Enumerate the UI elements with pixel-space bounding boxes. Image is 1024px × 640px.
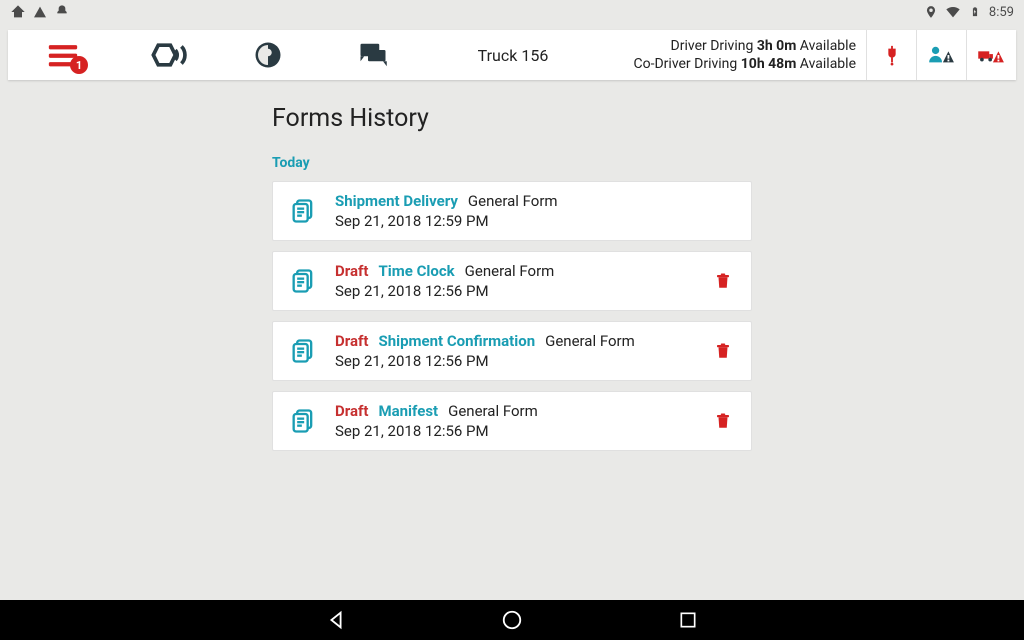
form-type: General Form xyxy=(448,402,538,420)
delete-button[interactable] xyxy=(709,407,737,435)
battery-icon xyxy=(967,4,983,20)
form-type: General Form xyxy=(465,262,555,280)
form-card[interactable]: Draft Time Clock General Form Sep 21, 20… xyxy=(272,251,752,311)
draft-tag: Draft xyxy=(335,262,368,280)
form-timestamp: Sep 21, 2018 12:59 PM xyxy=(335,212,737,230)
alert-button-3[interactable] xyxy=(966,30,1016,80)
form-name: Shipment Delivery xyxy=(335,192,458,210)
messages-button[interactable] xyxy=(318,30,428,80)
square-recent-icon xyxy=(678,610,698,630)
notif-icon-2 xyxy=(32,4,48,20)
nav-recent-button[interactable] xyxy=(675,607,701,633)
wifi-icon xyxy=(945,4,961,20)
person-alert-icon xyxy=(928,44,956,66)
menu-badge: 1 xyxy=(70,56,88,74)
hexagon-icon xyxy=(146,40,190,70)
circle-home-icon xyxy=(501,609,523,631)
form-card[interactable]: Shipment Delivery General Form Sep 21, 2… xyxy=(272,181,752,241)
alert-button-2[interactable] xyxy=(916,30,966,80)
android-nav-bar xyxy=(0,600,1024,640)
trash-icon xyxy=(714,411,732,431)
draft-tag: Draft xyxy=(335,332,368,350)
triangle-back-icon xyxy=(325,609,347,631)
form-timestamp: Sep 21, 2018 12:56 PM xyxy=(335,422,709,440)
form-card[interactable]: Draft Shipment Confirmation General Form… xyxy=(272,321,752,381)
dot-logo-icon xyxy=(253,40,283,70)
form-icon xyxy=(287,405,319,437)
form-timestamp: Sep 21, 2018 12:56 PM xyxy=(335,282,709,300)
dvir-button[interactable] xyxy=(118,30,218,80)
nav-home-button[interactable] xyxy=(499,607,525,633)
hos-summary[interactable]: Driver Driving 3h 0m Available Co-Driver… xyxy=(598,30,866,80)
alert-button-1[interactable] xyxy=(866,30,916,80)
draft-tag: Draft xyxy=(335,402,368,420)
form-name: Manifest xyxy=(378,402,438,420)
section-today: Today xyxy=(272,155,752,171)
delete-button[interactable] xyxy=(709,267,737,295)
main-content: Forms History Today Shipment Delivery Ge… xyxy=(0,80,1024,600)
form-icon xyxy=(287,335,319,367)
hos-codriver-line: Co-Driver Driving 10h 48m Available xyxy=(634,55,856,73)
trash-icon xyxy=(714,341,732,361)
forms-list: Shipment Delivery General Form Sep 21, 2… xyxy=(272,181,752,451)
app-toolbar: 1 Truck 156 Driver Driving 3h 0m Availab… xyxy=(8,30,1016,80)
truck-alert-icon xyxy=(978,44,1006,66)
form-name: Shipment Confirmation xyxy=(378,332,535,350)
form-icon xyxy=(287,265,319,297)
vehicle-text: Truck 156 xyxy=(478,46,549,65)
location-icon xyxy=(923,4,939,20)
page-title: Forms History xyxy=(272,104,752,133)
nav-back-button[interactable] xyxy=(323,607,349,633)
android-status-bar: 8:59 xyxy=(0,0,1024,24)
form-type: General Form xyxy=(545,332,635,350)
form-timestamp: Sep 21, 2018 12:56 PM xyxy=(335,352,709,370)
notif-icon-1 xyxy=(10,4,26,20)
plug-alert-icon xyxy=(881,42,903,68)
menu-button[interactable]: 1 xyxy=(8,30,118,80)
dot-button[interactable] xyxy=(218,30,318,80)
vehicle-label[interactable]: Truck 156 xyxy=(428,30,598,80)
clock-text: 8:59 xyxy=(989,5,1014,20)
form-type: General Form xyxy=(468,192,558,210)
hos-driver-line: Driver Driving 3h 0m Available xyxy=(671,37,856,55)
delete-button[interactable] xyxy=(709,337,737,365)
chat-icon xyxy=(356,40,390,70)
form-name: Time Clock xyxy=(378,262,454,280)
form-icon xyxy=(287,195,319,227)
trash-icon xyxy=(714,271,732,291)
notif-icon-3 xyxy=(54,4,70,20)
form-card[interactable]: Draft Manifest General Form Sep 21, 2018… xyxy=(272,391,752,451)
